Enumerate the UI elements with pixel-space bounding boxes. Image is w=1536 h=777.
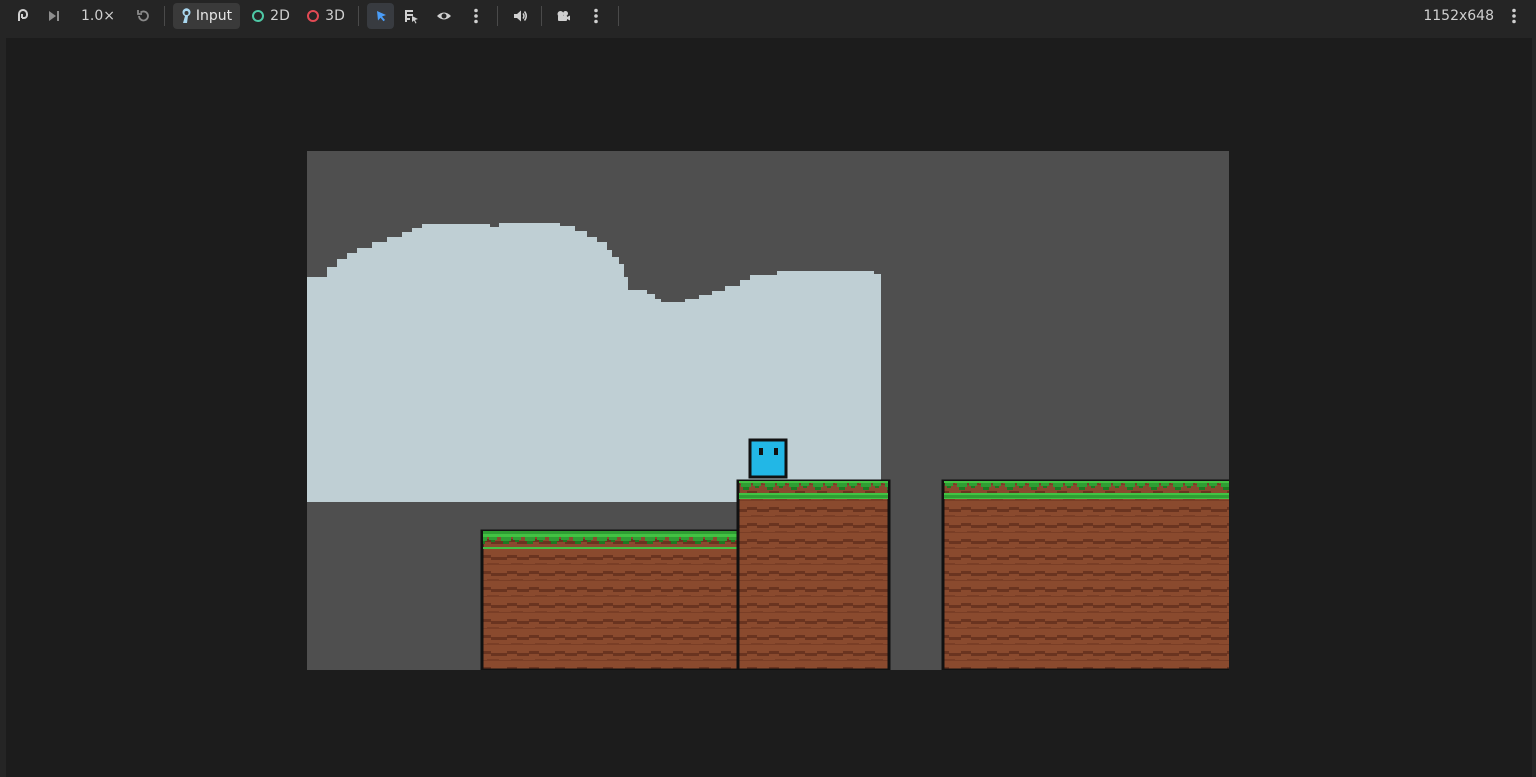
toolbar-separator bbox=[541, 6, 542, 26]
ground-platform-right bbox=[941, 479, 1229, 670]
game-toolbar: 1.0× Input 2D 3D 1152x648 bbox=[0, 0, 1536, 32]
suspend-icon bbox=[18, 9, 28, 21]
toolbar-separator bbox=[618, 6, 619, 26]
main-menu-button[interactable] bbox=[1504, 3, 1524, 29]
sky-shape bbox=[307, 223, 881, 502]
mode-2d-button[interactable]: 2D bbox=[246, 3, 296, 29]
3d-ring-icon bbox=[307, 10, 320, 22]
next-frame-button[interactable] bbox=[43, 3, 65, 29]
more-options-button[interactable] bbox=[466, 3, 486, 29]
list-select-button[interactable] bbox=[400, 3, 422, 29]
input-label: Input bbox=[195, 8, 233, 24]
next-frame-icon bbox=[49, 11, 59, 21]
input-icon bbox=[182, 8, 191, 23]
toolbar-separator bbox=[358, 6, 359, 26]
more-options-icon bbox=[474, 8, 478, 24]
visibility-icon bbox=[437, 12, 451, 20]
2d-ring-icon bbox=[252, 10, 265, 22]
select-mode-button[interactable] bbox=[367, 3, 394, 29]
ground-platform-left bbox=[480, 529, 744, 670]
visibility-button[interactable] bbox=[433, 3, 455, 29]
speed-label: 1.0× bbox=[81, 8, 115, 24]
mode-3d-label: 3D bbox=[325, 8, 345, 24]
audio-icon bbox=[514, 10, 527, 22]
audio-mute-button[interactable] bbox=[509, 3, 531, 29]
mode-2d-label: 2D bbox=[270, 8, 290, 24]
toolbar-separator bbox=[164, 6, 165, 26]
panel-border-right bbox=[1532, 32, 1536, 777]
input-toggle-button[interactable]: Input bbox=[173, 3, 240, 29]
reset-speed-icon bbox=[137, 10, 149, 22]
camera-options-button[interactable] bbox=[586, 3, 606, 29]
camera-options-icon bbox=[594, 8, 598, 24]
list-select-icon bbox=[405, 10, 418, 24]
camera-override-icon bbox=[557, 11, 570, 21]
camera-override-button[interactable] bbox=[552, 3, 574, 29]
game-scene bbox=[307, 223, 1229, 670]
resolution-label: 1152x648 bbox=[1423, 8, 1494, 24]
player-character bbox=[748, 438, 788, 479]
speed-button[interactable]: 1.0× bbox=[78, 3, 118, 29]
mode-3d-button[interactable]: 3D bbox=[301, 3, 351, 29]
toolbar-separator bbox=[497, 6, 498, 26]
suspend-button[interactable] bbox=[12, 3, 34, 29]
reset-speed-button[interactable] bbox=[132, 3, 154, 29]
ground-platform-middle bbox=[736, 479, 891, 670]
select-icon bbox=[376, 11, 386, 22]
game-viewport[interactable] bbox=[307, 151, 1229, 670]
main-menu-icon bbox=[1512, 8, 1516, 24]
